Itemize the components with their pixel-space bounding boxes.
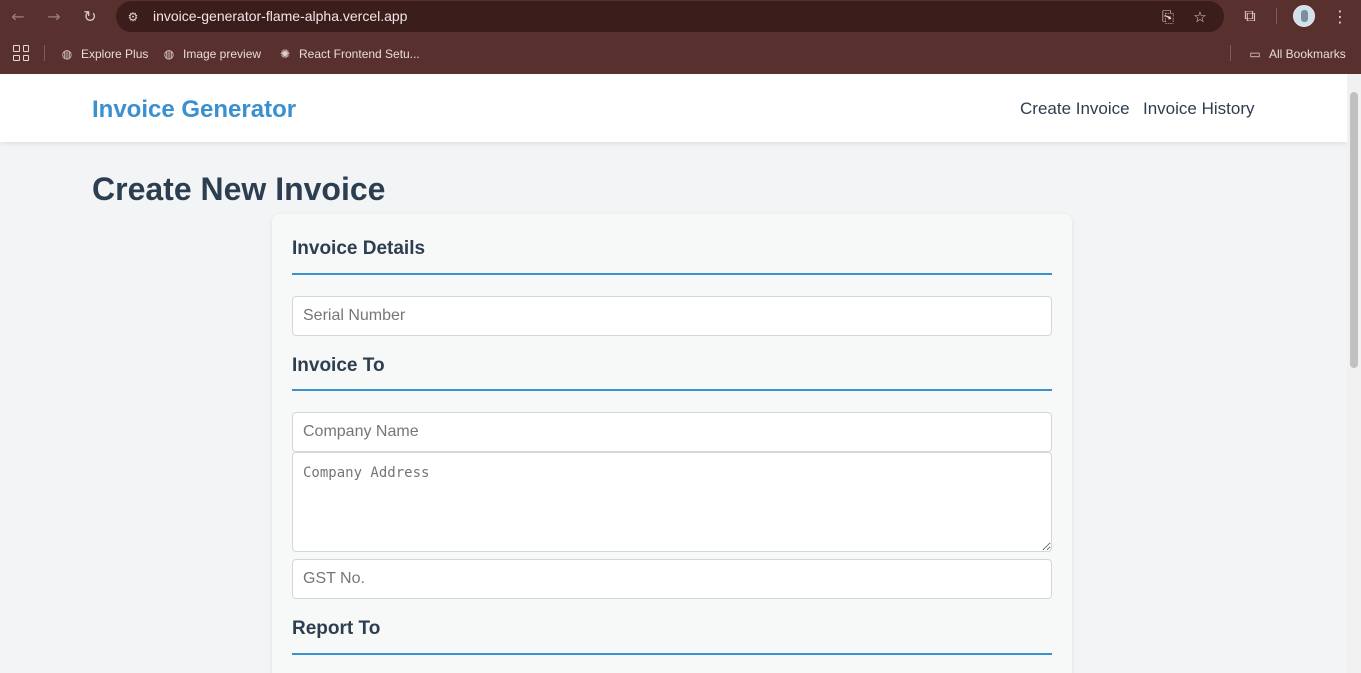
section-heading-invoice-details: Invoice Details (292, 238, 426, 259)
bookmark-label: Explore Plus (81, 47, 149, 61)
bookmarks-bar: ◍ Explore Plus ◍ Image preview ✺ React F… (0, 37, 1361, 69)
browser-chrome: ← → ↻ ⚙ invoice-generator-flame-alpha.ve… (0, 0, 1361, 74)
section-divider (292, 273, 1052, 275)
brand-logo[interactable]: Invoice Generator (92, 96, 296, 124)
bookmark-explore-plus[interactable]: ◍ Explore Plus (60, 45, 149, 63)
install-app-icon[interactable]: ⎘ (1157, 6, 1179, 28)
scrollbar-thumb[interactable] (1350, 92, 1358, 368)
address-url[interactable]: invoice-generator-flame-alpha.vercel.app (153, 8, 407, 24)
bookmark-star-icon[interactable]: ☆ (1189, 6, 1211, 28)
app-header: Invoice Generator Create Invoice Invoice… (0, 74, 1347, 142)
all-bookmarks[interactable]: ▭ All Bookmarks (1248, 45, 1346, 63)
section-divider (292, 653, 1052, 655)
bookmarks-divider (44, 45, 45, 61)
bookmark-react-frontend[interactable]: ✺ React Frontend Setu... (278, 45, 420, 63)
globe-icon: ◍ (163, 47, 175, 61)
toolbar-divider (1276, 8, 1277, 24)
page-scrollbar[interactable] (1347, 74, 1361, 673)
extensions-icon[interactable]: ⧉ (1238, 5, 1262, 27)
section-heading-invoice-to: Invoice To (292, 355, 385, 376)
address-bar[interactable]: ⚙ invoice-generator-flame-alpha.vercel.a… (116, 1, 1224, 32)
serial-number-input[interactable] (292, 296, 1052, 336)
browser-toolbar: ← → ↻ ⚙ invoice-generator-flame-alpha.ve… (0, 0, 1361, 33)
reload-icon[interactable]: ↻ (77, 4, 103, 28)
bookmark-label: Image preview (183, 47, 262, 61)
bookmarks-divider (1230, 45, 1231, 61)
company-name-input[interactable] (292, 412, 1052, 452)
page-viewport: Invoice Generator Create Invoice Invoice… (0, 74, 1347, 673)
profile-avatar[interactable] (1293, 5, 1315, 27)
folder-icon: ▭ (1249, 47, 1261, 61)
apps-grid-icon[interactable] (13, 45, 29, 61)
back-icon[interactable]: ← (5, 4, 31, 28)
invoice-form-card: Invoice Details Invoice To Report To (272, 214, 1072, 673)
gst-number-input[interactable] (292, 559, 1052, 599)
page-title: Create New Invoice (92, 171, 386, 207)
nav-create-invoice[interactable]: Create Invoice (1020, 99, 1130, 119)
menu-kebab-icon[interactable]: ⋮ (1328, 5, 1352, 27)
globe-icon: ◍ (61, 47, 73, 61)
all-bookmarks-label: All Bookmarks (1269, 47, 1346, 61)
bookmark-label: React Frontend Setu... (299, 47, 420, 61)
section-divider (292, 389, 1052, 391)
openai-icon: ✺ (279, 47, 291, 61)
company-address-textarea[interactable] (292, 452, 1052, 552)
section-heading-report-to: Report To (292, 618, 381, 639)
forward-icon[interactable]: → (41, 4, 67, 28)
nav-invoice-history[interactable]: Invoice History (1143, 99, 1254, 119)
site-info-icon[interactable]: ⚙ (124, 8, 142, 26)
bookmark-image-preview[interactable]: ◍ Image preview (162, 45, 261, 63)
